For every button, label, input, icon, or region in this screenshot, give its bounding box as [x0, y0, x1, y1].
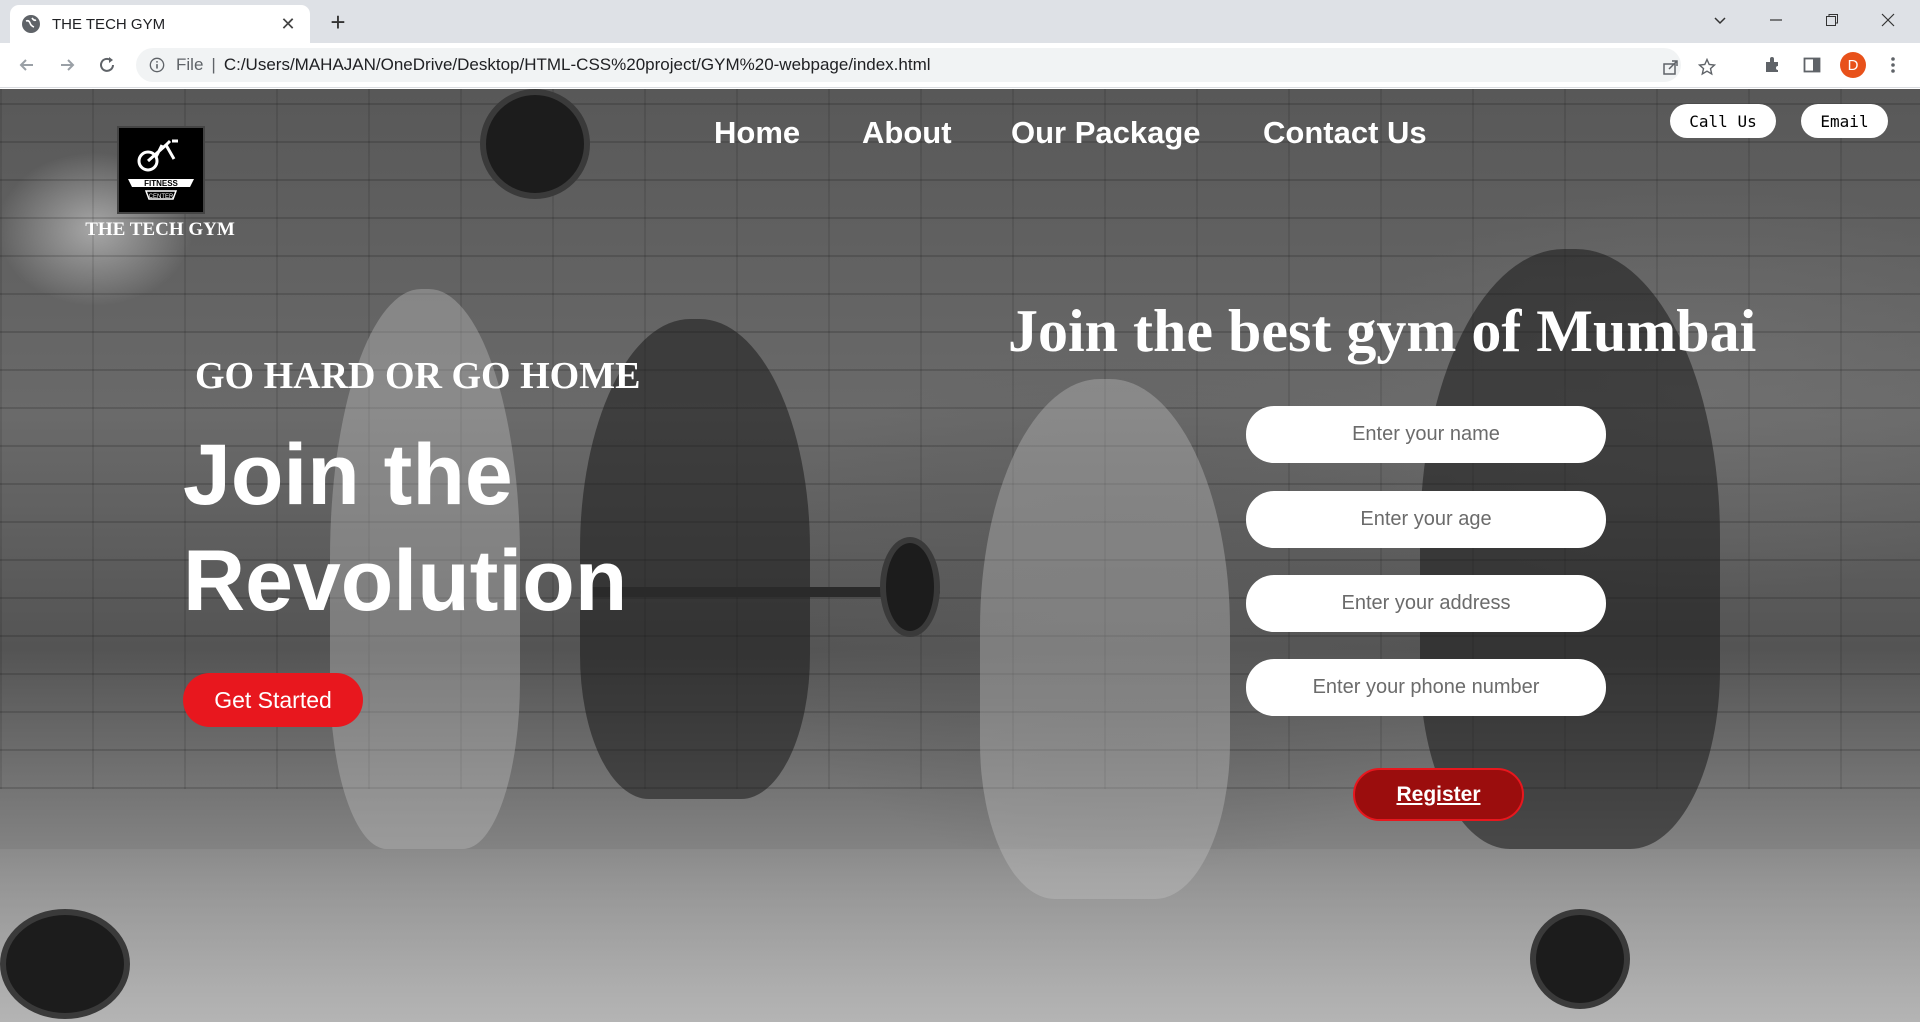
- forward-arrow-icon[interactable]: [52, 50, 82, 80]
- nav-link-about[interactable]: About: [862, 115, 952, 151]
- tab-search-icon[interactable]: [1692, 0, 1748, 40]
- bike-icon: FITNESS CENTER: [128, 139, 194, 200]
- nav-link-contact-us[interactable]: Contact Us: [1263, 115, 1427, 151]
- phone-input[interactable]: [1246, 659, 1606, 716]
- background-athlete: [980, 379, 1230, 899]
- globe-icon: [22, 15, 40, 33]
- url-separator: |: [211, 55, 216, 74]
- address-bar[interactable]: File | C:/Users/MAHAJAN/OneDrive/Desktop…: [136, 48, 1716, 82]
- browser-tab[interactable]: THE TECH GYM ✕: [10, 5, 310, 43]
- kebab-menu-icon[interactable]: [1880, 52, 1906, 78]
- tab-title: THE TECH GYM: [52, 15, 166, 33]
- restore-icon[interactable]: [1804, 0, 1860, 40]
- profile-avatar[interactable]: D: [1840, 52, 1866, 78]
- nav-link-our-package[interactable]: Our Package: [1011, 115, 1201, 151]
- logo-text-bottom: CENTER: [149, 194, 174, 200]
- background-floor: [0, 849, 1920, 1022]
- side-panel-icon[interactable]: [1799, 52, 1825, 78]
- share-icon[interactable]: [1660, 56, 1682, 78]
- hero-slogan: GO HARD OR GO HOME: [195, 355, 641, 397]
- background-plate: [880, 537, 940, 637]
- form-heading: Join the best gym of Mumbai: [1008, 298, 1757, 364]
- url-text[interactable]: C:/Users/MAHAJAN/OneDrive/Desktop/HTML-C…: [224, 55, 931, 75]
- site-logo[interactable]: FITNESS CENTER: [117, 126, 205, 214]
- browser-tab-strip: THE TECH GYM ✕ +: [0, 0, 1920, 43]
- extensions-puzzle-icon[interactable]: [1759, 52, 1785, 78]
- background-plate: [480, 89, 590, 199]
- register-button[interactable]: Register: [1353, 768, 1524, 821]
- back-arrow-icon[interactable]: [12, 50, 42, 80]
- new-tab-button[interactable]: +: [324, 7, 352, 37]
- page-viewport: FITNESS CENTER THE TECH GYM Home About O…: [0, 89, 1920, 1022]
- info-icon[interactable]: [148, 56, 166, 74]
- background-plate: [1530, 909, 1630, 1009]
- nav-link-home[interactable]: Home: [714, 115, 800, 151]
- hero-title-line-2: Revolution: [183, 533, 628, 629]
- browser-toolbar: File | C:/Users/MAHAJAN/OneDrive/Desktop…: [0, 43, 1920, 88]
- hero-title-line-1: Join the: [183, 427, 513, 523]
- address-input[interactable]: [1246, 575, 1606, 632]
- get-started-button[interactable]: Get Started: [183, 673, 363, 727]
- bookmark-star-icon[interactable]: [1696, 56, 1718, 78]
- reload-icon[interactable]: [92, 50, 122, 80]
- age-input[interactable]: [1246, 491, 1606, 548]
- background-plate: [0, 909, 130, 1019]
- brand-name: THE TECH GYM: [85, 219, 235, 240]
- minimize-icon[interactable]: [1748, 0, 1804, 40]
- close-tab-icon[interactable]: ✕: [278, 14, 298, 34]
- url-scheme-label: File: [176, 55, 204, 74]
- name-input[interactable]: [1246, 406, 1606, 463]
- call-us-button[interactable]: Call Us: [1670, 104, 1776, 138]
- logo-text-top: FITNESS: [144, 179, 178, 188]
- email-button[interactable]: Email: [1801, 104, 1888, 138]
- close-window-icon[interactable]: [1860, 0, 1916, 40]
- hero-title: Join the Revolution: [183, 422, 743, 634]
